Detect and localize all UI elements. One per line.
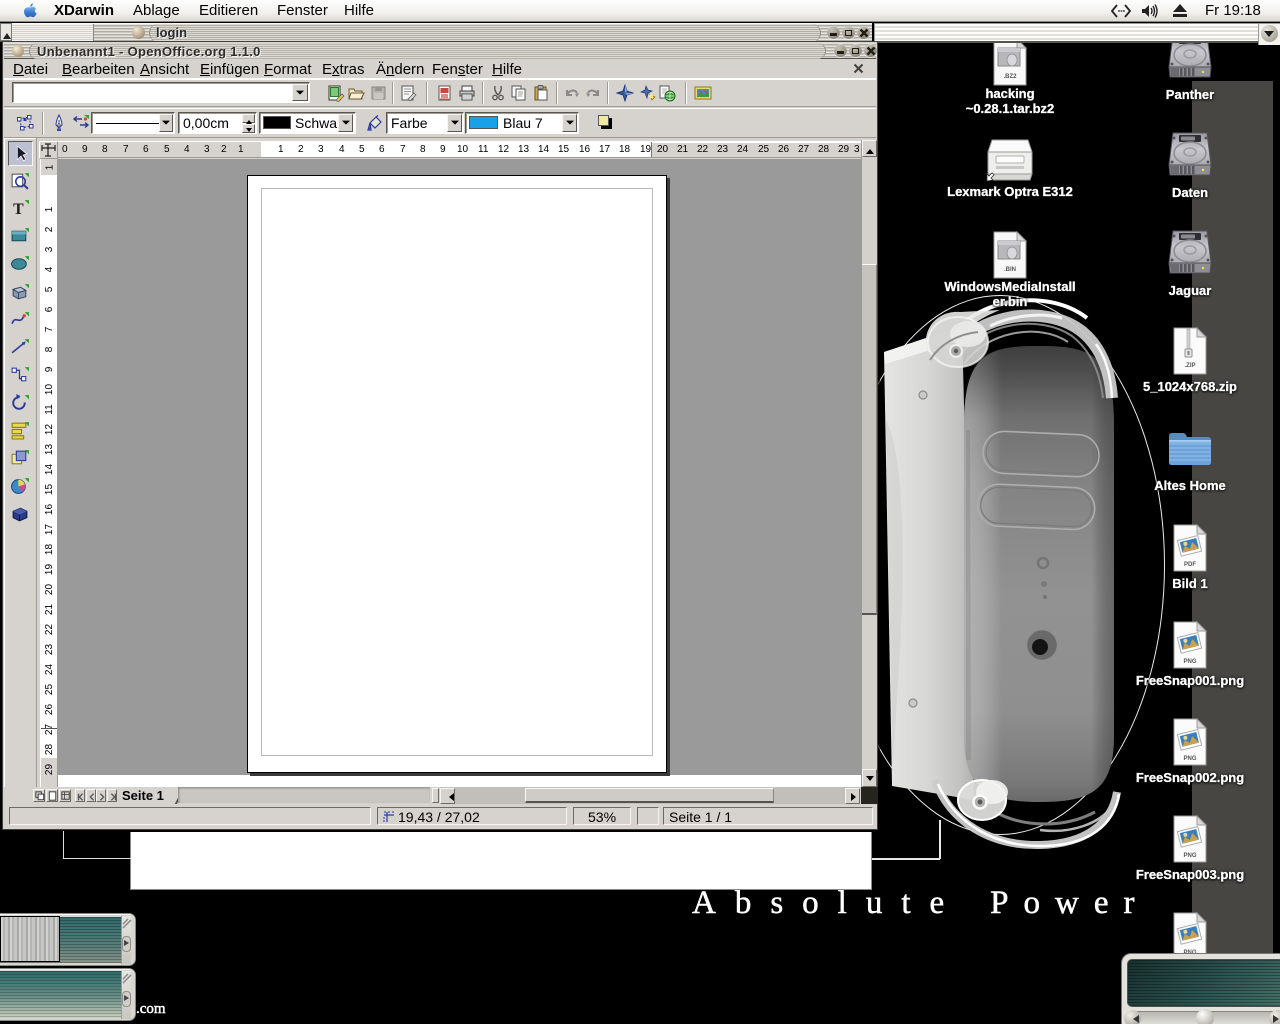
- svg-text:.ZIP: .ZIP: [1184, 363, 1195, 369]
- svg-text:PNG: PNG: [1183, 756, 1196, 762]
- svg-text:PNG: PNG: [1183, 853, 1196, 859]
- svg-text:.BZ2: .BZ2: [1003, 74, 1017, 80]
- svg-text:PNG: PNG: [1183, 659, 1196, 665]
- svg-text:.BIN: .BIN: [1004, 267, 1016, 273]
- svg-text:T: T: [13, 201, 24, 218]
- svg-text:PDF: PDF: [1184, 562, 1196, 568]
